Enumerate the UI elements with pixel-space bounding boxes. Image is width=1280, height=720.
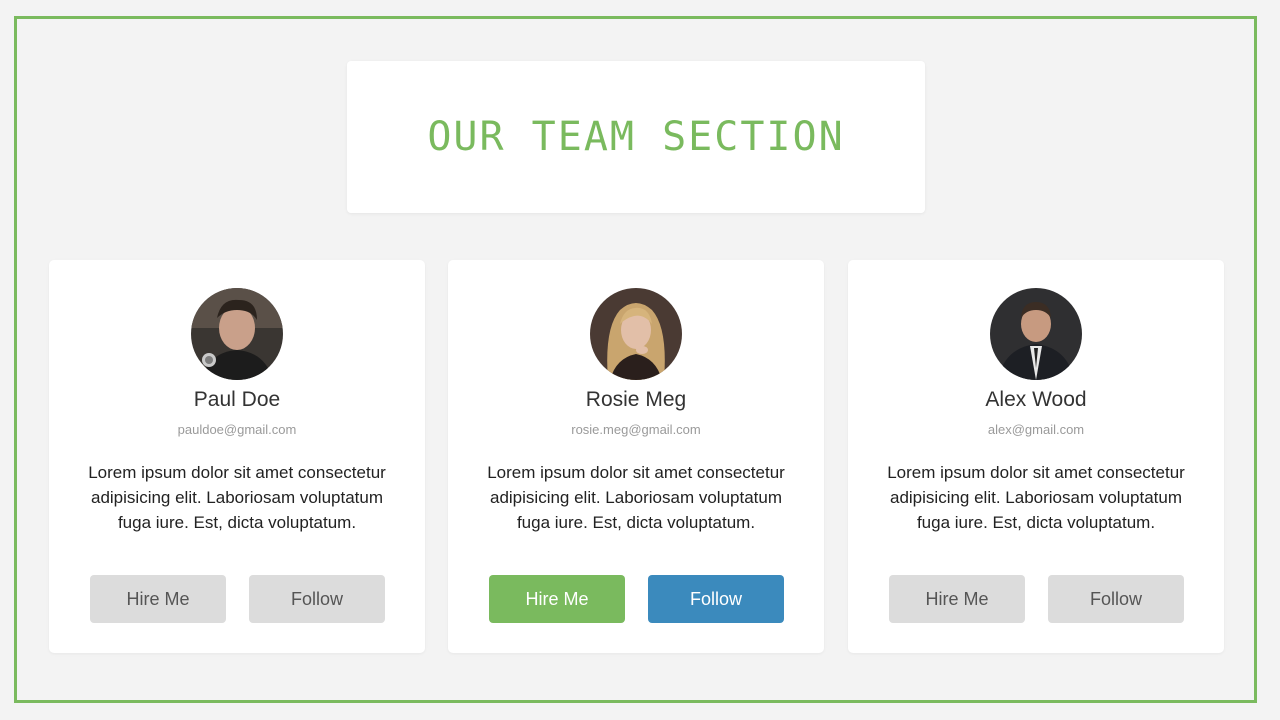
member-name: Rosie Meg — [585, 388, 687, 411]
member-description: Lorem ipsum dolor sit amet consectetur a… — [887, 463, 1185, 532]
avatar — [590, 288, 682, 380]
follow-button[interactable]: Follow — [648, 575, 784, 623]
team-card-alex: Alex Wood alex@gmail.com Lorem ipsum dol… — [848, 260, 1224, 653]
team-card-paul: Paul Doe pauldoe@gmail.com Lorem ipsum d… — [49, 260, 425, 653]
avatar-photo-icon — [590, 288, 682, 380]
follow-button[interactable]: Follow — [249, 575, 385, 623]
hire-me-button[interactable]: Hire Me — [489, 575, 625, 623]
member-email[interactable]: pauldoe@gmail.com — [49, 422, 425, 437]
avatar — [990, 288, 1082, 380]
member-description: Lorem ipsum dolor sit amet consectetur a… — [88, 463, 386, 532]
follow-button[interactable]: Follow — [1048, 575, 1184, 623]
member-email[interactable]: alex@gmail.com — [848, 422, 1224, 437]
hire-me-button[interactable]: Hire Me — [90, 575, 226, 623]
title-card: OUR TEAM SECTION — [347, 61, 925, 213]
member-email[interactable]: rosie.meg@gmail.com — [448, 422, 824, 437]
member-name: Alex Wood — [985, 388, 1087, 411]
hire-me-button[interactable]: Hire Me — [889, 575, 1025, 623]
avatar — [191, 288, 283, 380]
team-card-rosie: Rosie Meg rosie.meg@gmail.com Lorem ipsu… — [448, 260, 824, 653]
member-name: Paul Doe — [193, 388, 281, 411]
avatar-photo-icon — [191, 288, 283, 380]
member-description: Lorem ipsum dolor sit amet consectetur a… — [487, 463, 785, 532]
avatar-photo-icon — [990, 288, 1082, 380]
section-title: OUR TEAM SECTION — [427, 114, 845, 160]
